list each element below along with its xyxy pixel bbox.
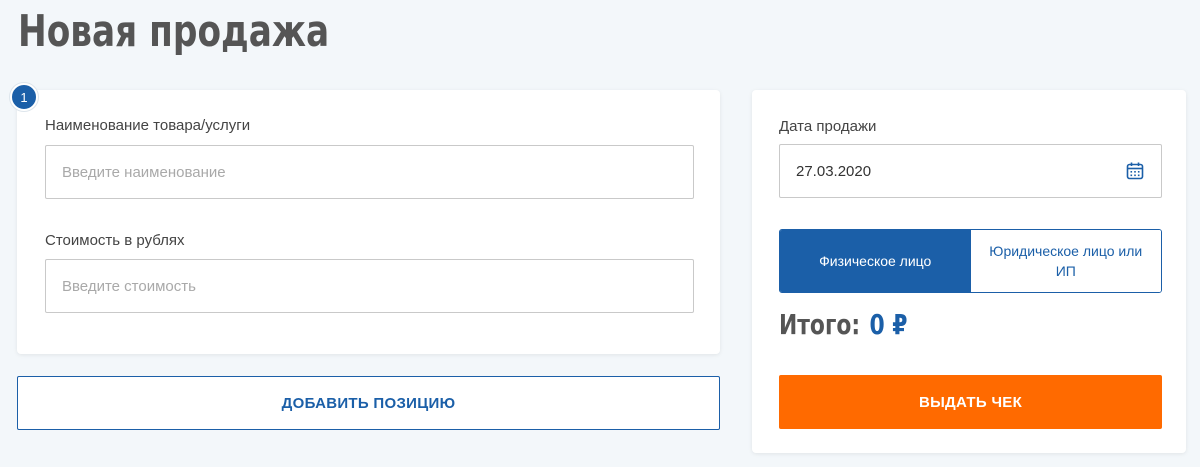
calendar-icon[interactable] [1125, 161, 1145, 181]
step-badge: 1 [10, 83, 38, 111]
item-price-input[interactable] [45, 259, 694, 313]
page-title: Новая продажа [18, 6, 330, 57]
buyer-type-legal-entity[interactable]: Юридическое лицо или ИП [970, 230, 1161, 292]
add-position-button[interactable]: ДОБАВИТЬ ПОЗИЦИЮ [17, 376, 720, 430]
sale-date-value: 27.03.2020 [796, 162, 872, 180]
buyer-type-individual[interactable]: Физическое лицо [780, 230, 971, 292]
sale-date-label: Дата продажи [779, 118, 877, 135]
sale-date-field[interactable]: 27.03.2020 [779, 144, 1162, 198]
total-value: 0 ₽ [869, 308, 908, 341]
item-price-label: Стоимость в рублях [45, 232, 185, 249]
item-name-input[interactable] [45, 145, 694, 199]
buyer-type-toggle: Физическое лицо Юридическое лицо или ИП [779, 229, 1162, 293]
total-label: Итого: [779, 308, 861, 341]
total: Итого: 0 ₽ [779, 308, 907, 341]
issue-receipt-button[interactable]: ВЫДАТЬ ЧЕК [779, 375, 1162, 429]
item-name-label: Наименование товара/услуги [45, 117, 251, 134]
